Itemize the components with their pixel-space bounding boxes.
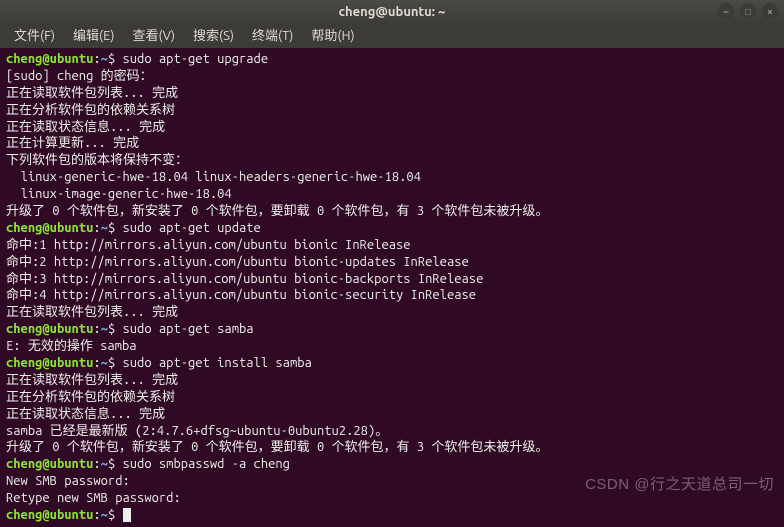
command-text: sudo apt-get samba — [123, 322, 254, 336]
terminal-output-line: 正在分析软件包的依赖关系树 — [6, 102, 778, 119]
terminal-output-line: 下列软件包的版本将保持不变： — [6, 152, 778, 169]
terminal-output-line: E: 无效的操作 samba — [6, 338, 778, 355]
close-icon[interactable]: × — [762, 3, 778, 19]
prompt-user-host: cheng@ubuntu — [6, 52, 93, 66]
prompt-user-host: cheng@ubuntu — [6, 508, 93, 522]
terminal-output-line: 正在计算更新... 完成 — [6, 135, 778, 152]
terminal-output-line: 命中:4 http://mirrors.aliyun.com/ubuntu bi… — [6, 287, 778, 304]
terminal-command-line: cheng@ubuntu:~$ sudo apt-get samba — [6, 321, 778, 338]
terminal-output-line: 命中:3 http://mirrors.aliyun.com/ubuntu bi… — [6, 271, 778, 288]
prompt-path: ~ — [101, 322, 108, 336]
command-text: sudo smbpasswd -a cheng — [123, 457, 290, 471]
terminal-output-line: 命中:1 http://mirrors.aliyun.com/ubuntu bi… — [6, 237, 778, 254]
menu-edit[interactable]: 编辑(E) — [65, 26, 122, 47]
prompt-path: ~ — [101, 221, 108, 235]
command-text: sudo apt-get install samba — [123, 356, 312, 370]
prompt-path: ~ — [101, 356, 108, 370]
terminal-output-line: 正在读取状态信息... 完成 — [6, 119, 778, 136]
menu-terminal[interactable]: 终端(T) — [244, 26, 301, 47]
window-controls: – □ × — [718, 3, 778, 19]
prompt-path: ~ — [101, 508, 108, 522]
terminal-command-line: cheng@ubuntu:~$ sudo apt-get update — [6, 220, 778, 237]
terminal-command-line: cheng@ubuntu:~$ sudo apt-get install sam… — [6, 355, 778, 372]
window-title: cheng@ubuntu: ~ — [339, 4, 446, 21]
terminal-command-line: cheng@ubuntu:~$ — [6, 507, 778, 524]
menu-help[interactable]: 帮助(H) — [303, 26, 362, 47]
prompt-user-host: cheng@ubuntu — [6, 457, 93, 471]
watermark: CSDN @行之天道总司一切 — [585, 475, 774, 495]
terminal-output-line: 正在读取软件包列表... 完成 — [6, 85, 778, 102]
menubar: 文件(F) 编辑(E) 查看(V) 搜索(S) 终端(T) 帮助(H) — [0, 24, 784, 48]
menu-view[interactable]: 查看(V) — [125, 26, 183, 47]
command-text: sudo apt-get update — [123, 221, 261, 235]
prompt-user-host: cheng@ubuntu — [6, 322, 93, 336]
command-text: sudo apt-get upgrade — [123, 52, 269, 66]
cursor-icon — [123, 508, 131, 522]
menu-search[interactable]: 搜索(S) — [185, 26, 242, 47]
minimize-icon[interactable]: – — [718, 3, 734, 19]
terminal-output-line: 正在分析软件包的依赖关系树 — [6, 389, 778, 406]
prompt-path: ~ — [101, 52, 108, 66]
terminal-output-line: 升级了 0 个软件包，新安装了 0 个软件包，要卸载 0 个软件包，有 3 个软… — [6, 439, 778, 456]
terminal-output-line: 正在读取软件包列表... 完成 — [6, 372, 778, 389]
prompt-path: ~ — [101, 457, 108, 471]
terminal-output-line: linux-image-generic-hwe-18.04 — [6, 186, 778, 203]
terminal-output-line: 命中:2 http://mirrors.aliyun.com/ubuntu bi… — [6, 254, 778, 271]
menu-file[interactable]: 文件(F) — [6, 26, 63, 47]
terminal-output-line: 正在读取状态信息... 完成 — [6, 406, 778, 423]
terminal-command-line: cheng@ubuntu:~$ sudo apt-get upgrade — [6, 51, 778, 68]
terminal-output-line: linux-generic-hwe-18.04 linux-headers-ge… — [6, 169, 778, 186]
maximize-icon[interactable]: □ — [740, 3, 756, 19]
terminal-output-line: 升级了 0 个软件包，新安装了 0 个软件包，要卸载 0 个软件包，有 3 个软… — [6, 203, 778, 220]
prompt-user-host: cheng@ubuntu — [6, 356, 93, 370]
terminal-output-line: [sudo] cheng 的密码： — [6, 68, 778, 85]
terminal-output-line: 正在读取软件包列表... 完成 — [6, 304, 778, 321]
terminal-output[interactable]: cheng@ubuntu:~$ sudo apt-get upgrade[sud… — [0, 48, 784, 527]
prompt-user-host: cheng@ubuntu — [6, 221, 93, 235]
window-titlebar: cheng@ubuntu: ~ – □ × — [0, 0, 784, 24]
terminal-command-line: cheng@ubuntu:~$ sudo smbpasswd -a cheng — [6, 456, 778, 473]
terminal-output-line: samba 已经是最新版 (2:4.7.6+dfsg~ubuntu-0ubunt… — [6, 423, 778, 440]
